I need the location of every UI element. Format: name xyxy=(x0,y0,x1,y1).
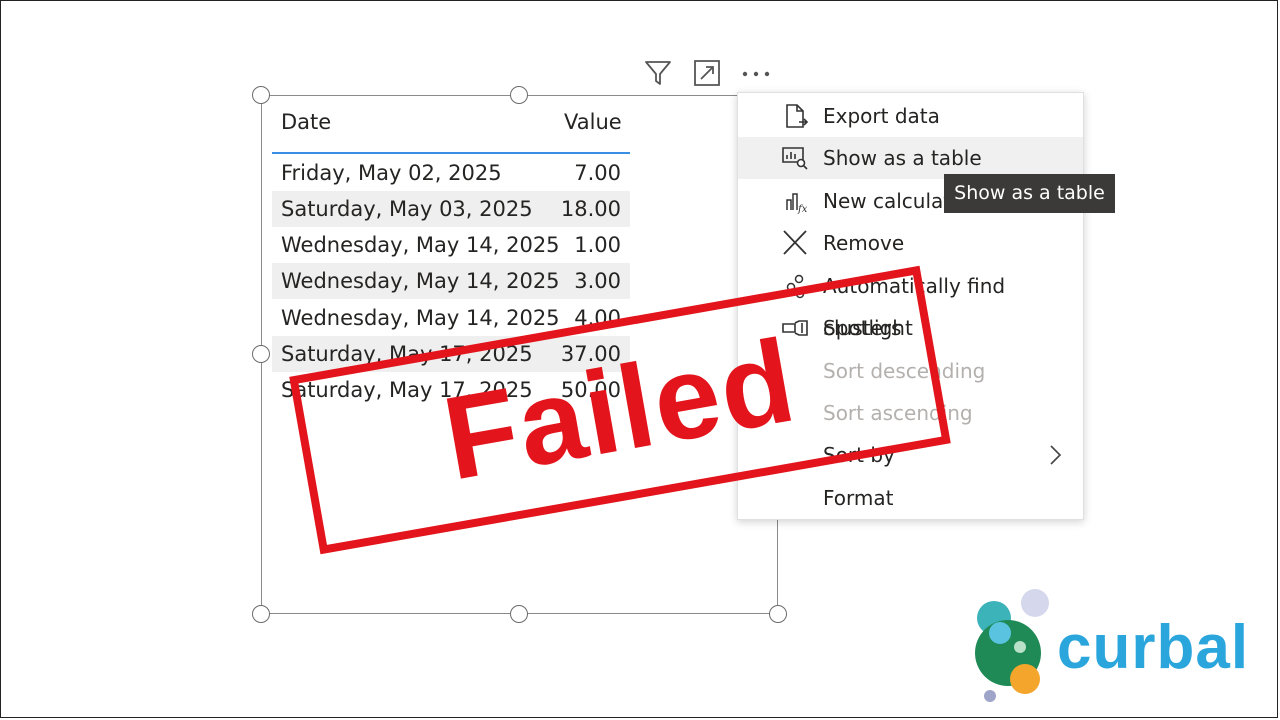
curbal-logo-text: curbal xyxy=(1057,613,1250,682)
menu-item-export-data[interactable]: Export data xyxy=(738,95,1083,137)
header-underline xyxy=(272,152,630,154)
chevron-right-icon xyxy=(1050,445,1062,465)
table-row[interactable]: Wednesday, May 14, 2025 3.00 xyxy=(272,263,630,299)
menu-item-label: Show as a table xyxy=(823,146,982,170)
value-cell: 7.00 xyxy=(574,161,621,185)
date-cell: Wednesday, May 14, 2025 xyxy=(281,306,560,330)
more-options-icon[interactable] xyxy=(740,58,772,88)
menu-item-format[interactable]: Format xyxy=(738,477,1083,519)
new-calculation-icon: fx xyxy=(786,193,808,214)
resize-handle-middle-left[interactable] xyxy=(252,345,270,363)
value-cell: 18.00 xyxy=(560,197,621,221)
date-column-header[interactable]: Date xyxy=(281,110,331,134)
menu-item-label: Format xyxy=(823,486,894,510)
resize-handle-top-center[interactable] xyxy=(510,86,528,104)
filter-icon[interactable] xyxy=(643,58,673,88)
date-cell: Saturday, May 03, 2025 xyxy=(281,197,533,221)
table-row[interactable]: Saturday, May 03, 2025 18.00 xyxy=(272,191,630,227)
menu-item-label: Remove xyxy=(823,231,905,255)
date-cell: Friday, May 02, 2025 xyxy=(281,161,502,185)
menu-item-remove[interactable]: Remove xyxy=(738,222,1083,264)
date-cell: Wednesday, May 14, 2025 xyxy=(281,233,560,257)
show-as-table-icon xyxy=(782,147,808,170)
date-cell: Wednesday, May 14, 2025 xyxy=(281,269,560,293)
export-data-icon xyxy=(786,104,809,128)
menu-item-label: Export data xyxy=(823,104,940,128)
menu-item-show-as-table[interactable]: Show as a table xyxy=(738,137,1083,179)
value-cell: 1.00 xyxy=(574,233,621,257)
resize-handle-bottom-center[interactable] xyxy=(510,605,528,623)
tooltip: Show as a table xyxy=(944,174,1115,213)
focus-mode-icon[interactable] xyxy=(692,58,722,88)
resize-handle-top-left[interactable] xyxy=(252,86,270,104)
table-row[interactable]: Friday, May 02, 2025 7.00 xyxy=(272,155,630,191)
curbal-logo-icon xyxy=(975,589,1049,702)
table-row[interactable]: Wednesday, May 14, 2025 1.00 xyxy=(272,227,630,263)
resize-handle-bottom-left[interactable] xyxy=(252,605,270,623)
value-cell: 3.00 xyxy=(574,269,621,293)
value-column-header[interactable]: Value xyxy=(564,110,622,134)
resize-handle-bottom-right[interactable] xyxy=(769,605,787,623)
svg-text:fx: fx xyxy=(797,204,808,214)
remove-icon xyxy=(783,230,807,255)
